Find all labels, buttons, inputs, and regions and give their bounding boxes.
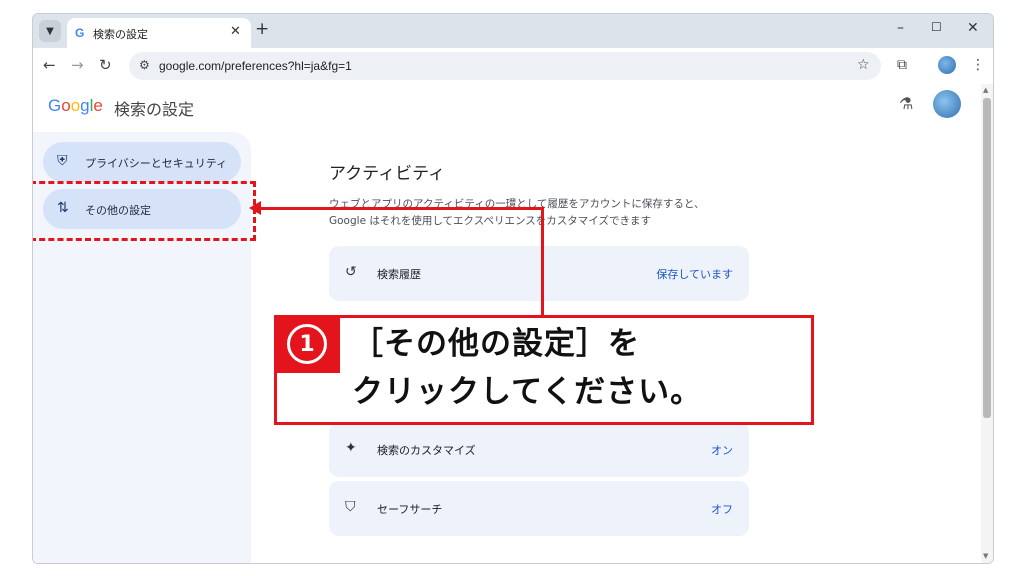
new-tab-button[interactable]: + <box>255 19 269 39</box>
safesearch-card[interactable]: ⛉ セーフサーチ オフ <box>329 481 749 536</box>
tab-settings[interactable]: G 検索の設定 ✕ <box>67 18 251 48</box>
extensions-icon[interactable]: ⧉ <box>897 57 907 73</box>
scroll-down-icon[interactable]: ▼ <box>983 552 988 560</box>
url-text: google.com/preferences?hl=ja&fg=1 <box>159 59 352 73</box>
instruction-line1: ［その他の設定］を <box>352 326 640 362</box>
browser-window: ▼ G 検索の設定 ✕ + – ☐ ✕ ← → ↻ ⚙ google.com/p… <box>32 13 994 564</box>
logo-letter: g <box>80 96 90 115</box>
profile-avatar[interactable] <box>938 56 956 74</box>
card-value: オフ <box>711 503 733 516</box>
card-value: 保存しています <box>656 268 733 281</box>
site-info-icon[interactable]: ⚙ <box>139 58 150 72</box>
arrow-line-vertical <box>541 207 544 319</box>
search-customization-card[interactable]: ✦ 検索のカスタマイズ オン <box>329 422 749 477</box>
sparkle-icon: ✦ <box>345 440 357 456</box>
search-history-card[interactable]: ↺ 検索履歴 保存しています <box>329 246 749 301</box>
maximize-button[interactable]: ☐ <box>931 20 942 34</box>
logo-letter: o <box>61 96 71 115</box>
step-number: 1 <box>287 324 327 364</box>
instruction-line2: クリックしてください。 <box>352 374 703 410</box>
safesearch-shield-icon: ⛉ <box>345 499 356 515</box>
section-title: アクティビティ <box>329 164 446 184</box>
logo-letter: G <box>48 96 62 115</box>
window-close-button[interactable]: ✕ <box>967 20 979 36</box>
description-line: ウェブとアプリのアクティビティの一環として履歴をアカウントに保存すると、 <box>329 198 705 210</box>
browser-toolbar: ← → ↻ ⚙ google.com/preferences?hl=ja&fg=… <box>33 48 993 84</box>
card-label: 検索のカスタマイズ <box>377 444 476 457</box>
tab-strip: ▼ G 検索の設定 ✕ + – ☐ ✕ <box>33 14 993 48</box>
card-label: 検索履歴 <box>377 268 421 281</box>
menu-dots-icon[interactable]: ⋮ <box>971 57 985 73</box>
tab-title: 検索の設定 <box>93 28 148 41</box>
logo-letter: e <box>93 96 103 115</box>
shield-icon: ⛨ <box>57 153 68 169</box>
section-description: ウェブとアプリのアクティビティの一環として履歴をアカウントに保存すると、 Goo… <box>329 196 759 230</box>
page-title: 検索の設定 <box>114 100 195 119</box>
bookmark-star-icon[interactable]: ☆ <box>857 57 870 73</box>
sidebar-item-privacy[interactable]: ⛨ プライバシーとセキュリティ <box>43 142 241 182</box>
chevron-down-icon: ▼ <box>46 25 54 37</box>
logo-letter: o <box>70 96 81 115</box>
scrollbar-thumb[interactable] <box>983 98 991 418</box>
history-icon: ↺ <box>345 264 357 280</box>
sidebar-item-label: プライバシーとセキュリティ <box>85 157 228 170</box>
tab-search-button[interactable]: ▼ <box>39 20 61 42</box>
address-bar[interactable]: ⚙ google.com/preferences?hl=ja&fg=1 ☆ <box>129 52 881 80</box>
labs-flask-icon[interactable]: ⚗ <box>899 94 913 113</box>
card-value: オン <box>711 444 733 457</box>
minimize-button[interactable]: – <box>897 20 904 36</box>
scroll-up-icon[interactable]: ▲ <box>983 86 988 94</box>
account-avatar[interactable] <box>933 90 961 118</box>
step-number-badge: 1 <box>274 315 340 373</box>
card-label: セーフサーチ <box>377 503 443 516</box>
back-icon[interactable]: ← <box>43 56 56 74</box>
highlight-box <box>33 181 256 241</box>
google-favicon-icon: G <box>75 26 85 40</box>
forward-icon[interactable]: → <box>71 56 84 74</box>
close-tab-icon[interactable]: ✕ <box>230 24 241 39</box>
reload-icon[interactable]: ↻ <box>99 56 112 74</box>
arrow-line-horizontal <box>257 207 543 210</box>
google-logo: Google <box>48 96 103 116</box>
description-line: Google はそれを使用してエクスペリエンスをカスタマイズできます <box>329 215 651 227</box>
